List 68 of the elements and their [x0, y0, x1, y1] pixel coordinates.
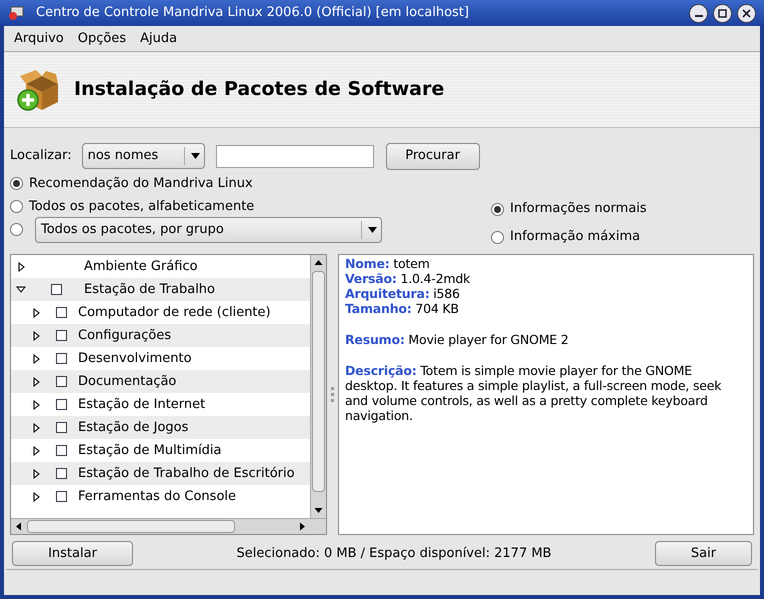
- expand-arrow-icon[interactable]: [18, 262, 24, 272]
- scrollbar-thumb[interactable]: [27, 520, 235, 533]
- radio-label: Informações normais: [510, 200, 647, 218]
- dropdown-arrow-icon: [368, 226, 377, 232]
- menu-item[interactable]: Opções: [78, 28, 126, 48]
- radio-button[interactable]: [491, 230, 504, 244]
- checkbox[interactable]: [56, 491, 67, 502]
- tree-row[interactable]: Configurações: [11, 324, 310, 347]
- maximize-button[interactable]: [713, 4, 732, 22]
- search-field[interactable]: [216, 144, 374, 168]
- menu-item[interactable]: Arquivo: [14, 28, 64, 48]
- radio-label: Todos os pacotes, alfabeticamente: [29, 198, 254, 216]
- expand-arrow-icon[interactable]: [32, 376, 40, 386]
- checkbox[interactable]: [56, 468, 67, 479]
- radio-label: Informação máxima: [510, 228, 640, 246]
- radio-button[interactable]: [10, 223, 23, 236]
- tree-row[interactable]: Documentação: [11, 370, 310, 393]
- detail-line: Versão: 1.0.4-2mdk: [345, 271, 472, 286]
- checkbox[interactable]: [56, 307, 67, 318]
- checkbox[interactable]: [56, 399, 67, 410]
- expand-arrow-icon[interactable]: [32, 492, 40, 502]
- checkbox[interactable]: [56, 376, 67, 387]
- tree-row[interactable]: Estação de Trabalho: [11, 278, 310, 301]
- dropdown-arrow-icon: [190, 153, 200, 159]
- maximize-icon: [718, 8, 727, 18]
- checkbox[interactable]: [56, 445, 67, 456]
- tree-row[interactable]: Estação de Trabalho de Escritório: [11, 462, 310, 485]
- expand-arrow-icon[interactable]: [32, 400, 40, 410]
- close-icon: [742, 8, 751, 18]
- radio-button[interactable]: [491, 202, 504, 216]
- vertical-scrollbar[interactable]: [310, 255, 326, 518]
- checkbox[interactable]: [56, 330, 67, 341]
- radio-label: Recomendação do Mandriva Linux: [29, 174, 253, 193]
- collapse-arrow-icon[interactable]: [16, 286, 26, 293]
- minimize-button[interactable]: [689, 4, 708, 22]
- summary-text: Resumo: Movie player for GNOME 2: [345, 332, 570, 347]
- expand-arrow-icon[interactable]: [32, 422, 40, 432]
- scrollbar-thumb[interactable]: [312, 271, 325, 492]
- detail-line: Nome: totem: [345, 256, 431, 271]
- checkbox[interactable]: [56, 422, 67, 433]
- detail-line: Tamanho: 704 KB: [345, 301, 460, 316]
- status-text: Selecionado: 0 MB / Espaço disponível: 2177 MB: [236, 544, 552, 563]
- group-dropdown[interactable]: Todos os pacotes, por grupo: [35, 216, 382, 242]
- checkbox[interactable]: [51, 284, 62, 295]
- expand-arrow-icon[interactable]: [32, 446, 40, 456]
- radio-button[interactable]: [10, 177, 23, 190]
- menu-item[interactable]: Ajuda: [140, 28, 178, 48]
- search-label: Localizar:: [10, 147, 72, 166]
- app-icon: [8, 6, 24, 20]
- expand-arrow-icon[interactable]: [32, 330, 40, 340]
- minimize-icon: [694, 14, 702, 16]
- search-mode-dropdown[interactable]: nos nomes: [82, 143, 205, 169]
- quit-button[interactable]: Sair: [655, 541, 752, 566]
- close-button[interactable]: [737, 4, 756, 22]
- install-button[interactable]: Instalar: [12, 541, 133, 566]
- radio-button[interactable]: [10, 200, 23, 213]
- detail-line: Arquitetura: i586: [345, 286, 461, 301]
- description-text: Descrição: Totem is simple movie player for the GNOME desktop. It features a simple playlist, a full-screen mode, seek and volume controls, as well as a pretty complete keyboard navigation.: [345, 363, 722, 423]
- horizontal-scrollbar[interactable]: [11, 518, 326, 534]
- checkbox[interactable]: [56, 353, 67, 364]
- search-button[interactable]: Procurar: [386, 142, 480, 170]
- tree-row[interactable]: Estação de Jogos: [11, 416, 310, 439]
- expand-arrow-icon[interactable]: [32, 468, 40, 478]
- package-install-icon: [16, 68, 60, 112]
- expand-arrow-icon[interactable]: [32, 308, 40, 318]
- window-title: Centro de Controle Mandriva Linux 2006.0 (Official) [em localhost]: [36, 4, 469, 22]
- page-heading: Instalação de Pacotes de Software: [74, 77, 444, 102]
- expand-arrow-icon[interactable]: [32, 354, 40, 364]
